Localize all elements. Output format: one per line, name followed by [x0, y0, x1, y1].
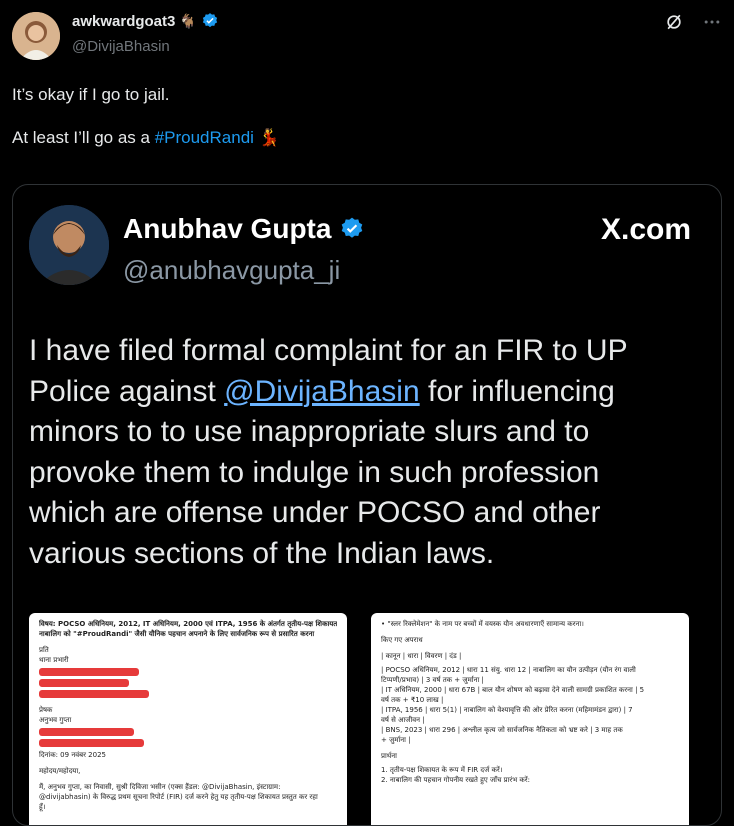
doc-line: वर्ष से आजीवन | [381, 716, 425, 724]
doc-line: | ITPA, 1956 | धारा 5(1) | नाबालिग को वे… [381, 706, 633, 714]
doc-line: नाबालिग को "#ProudRandi" जैसी यौनिक पहचा… [39, 630, 315, 638]
author-display-name[interactable]: awkwardgoat3 [72, 13, 175, 30]
author-name-row: awkwardgoat3 🐐 [72, 12, 219, 30]
doc-line: महोदय/महोदया, [39, 767, 81, 775]
embed-tweet-text: I have filed formal complaint for an FIR… [29, 331, 669, 574]
redaction-mark [39, 690, 149, 698]
tweet-text: It’s okay if I go to jail. At least I’ll… [12, 84, 712, 170]
more-options-icon[interactable] [702, 12, 722, 32]
hashtag-link[interactable]: #ProudRandi [155, 128, 254, 147]
tweet-line-1: It’s okay if I go to jail. [12, 85, 170, 104]
doc-line: | BNS, 2023 | धारा 296 | अश्लील कृत्य जो… [381, 726, 623, 734]
complaint-document-page-2: • "स्लर रिक्लेमेशन" के नाम पर बच्चों में… [371, 613, 689, 825]
tweet-line-2: At least I’ll go as a #ProudRandi 💃 [12, 127, 712, 149]
doc-line: थाना प्रभारी [39, 656, 69, 664]
doc-line: मैं, अनुभव गुप्ता, का निवासी, सुश्री दिव… [39, 783, 281, 791]
doc-line: 1. तृतीय-पक्ष शिकायत के रूप में FIR दर्ज… [381, 766, 503, 774]
doc-line: अनुभव गुप्ता [39, 716, 72, 724]
tweet-actions [664, 12, 722, 32]
complaint-document-page-1: विषय: POCSO अधिनियम, 2012, IT अधिनियम, 2… [29, 613, 347, 825]
redaction-mark [39, 739, 144, 747]
embed-avatar [29, 205, 109, 285]
doc-line: दिनांक: 09 नवंबर 2025 [39, 751, 106, 759]
embed-verified-badge-icon [342, 217, 363, 238]
dancer-emoji: 💃 [258, 128, 280, 147]
grok-icon[interactable] [664, 12, 684, 32]
doc-line: प्रार्थना [381, 752, 397, 760]
redaction-mark [39, 668, 139, 676]
doc-line: 2. नाबालिग की पहचान गोपनीय रखते हुए जाँच… [381, 776, 531, 784]
redaction-mark [39, 679, 129, 687]
doc-line: विषय: POCSO अधिनियम, 2012, IT अधिनियम, 2… [39, 620, 337, 628]
doc-line: | कानून | धारा | विवरण | दंड | [381, 652, 462, 660]
tweet-line-2-text: At least I’ll go as a [12, 128, 155, 147]
doc-line: टिप्पणी/प्रभाव) | 3 वर्ष तक + जुर्माना | [381, 676, 484, 684]
author-handle[interactable]: @DivijaBhasin [72, 38, 170, 55]
author-avatar[interactable] [12, 12, 60, 60]
doc-line: प्रति [39, 646, 49, 654]
embed-mention: @DivijaBhasin [224, 374, 420, 408]
doc-line: प्रेषक [39, 706, 53, 714]
embed-name-row: Anubhav Gupta [123, 213, 365, 245]
embedded-image[interactable]: Anubhav Gupta @anubhavgupta_ji X.com I h… [12, 184, 722, 826]
doc-line: वर्ष तक + ₹10 लाख | [381, 696, 444, 704]
doc-line: हूँ। [39, 803, 46, 811]
redaction-mark [39, 728, 134, 736]
tweet: awkwardgoat3 🐐 @DivijaBhasin It’s okay i… [0, 0, 734, 826]
doc-line: + जुर्माना | [381, 736, 411, 744]
doc-line: | POCSO अधिनियम, 2012 | धारा 11 संयु. धा… [381, 666, 636, 674]
embed-handle: @anubhavgupta_ji [123, 255, 341, 285]
goat-emoji: 🐐 [179, 12, 197, 29]
doc-line: किए गए अपराध [381, 636, 423, 644]
doc-line: @divijabhasin) के विरुद्ध प्रथम सूचना रि… [39, 793, 318, 801]
embed-display-name: Anubhav Gupta [123, 213, 332, 244]
x-com-logo: X.com [600, 213, 691, 246]
verified-badge-icon [202, 13, 217, 28]
doc-line: • "स्लर रिक्लेमेशन" के नाम पर बच्चों में… [381, 620, 584, 628]
doc-line: | IT अधिनियम, 2000 | धारा 67B | बाल यौन … [381, 686, 645, 694]
